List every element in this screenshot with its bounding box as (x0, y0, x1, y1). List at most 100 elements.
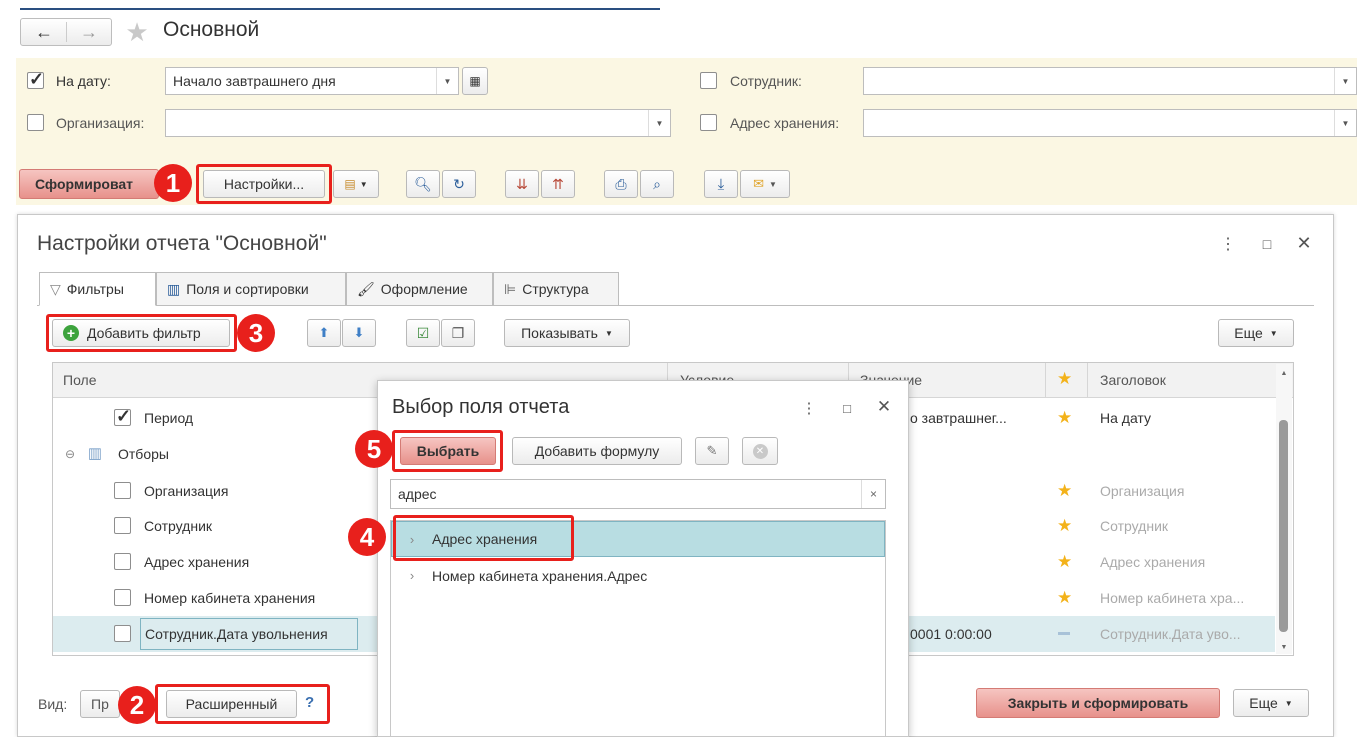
period-value[interactable]: о завтрашнег... (910, 410, 1007, 426)
on-date-label: На дату: (56, 73, 111, 89)
table-row-selections[interactable]: Отборы (118, 446, 169, 462)
variants-button[interactable]: ▤ ▼ (333, 170, 379, 198)
cabinet-number-row-checkbox[interactable] (114, 589, 131, 606)
check-all-button[interactable]: ☑ (406, 319, 440, 347)
more-vertical-icon[interactable]: ⋮ (1220, 234, 1236, 254)
edit-button[interactable]: ✎ (695, 437, 729, 465)
maximize-icon[interactable]: □ (838, 398, 856, 418)
delete-icon: ✕ (752, 443, 768, 459)
collapse-groups-button[interactable]: ⇈ (541, 170, 575, 198)
send-button[interactable]: ✉ ▼ (740, 170, 790, 198)
chevron-down-icon: ▼ (604, 328, 613, 338)
view-simple-button[interactable]: Пр (80, 690, 120, 718)
clear-icon[interactable]: × (861, 480, 885, 508)
show-dropdown-button[interactable]: Показывать ▼ (504, 319, 630, 347)
employee-field[interactable]: ▼ (863, 67, 1357, 95)
forward-arrow-icon[interactable]: → (67, 19, 111, 45)
view-label: Вид: (38, 696, 68, 712)
tab-fields-sorting[interactable]: ▥ Поля и сортировки (156, 272, 346, 305)
column-header-field[interactable]: Поле (63, 372, 97, 388)
window-title: Основной (163, 18, 260, 41)
close-and-generate-button[interactable]: Закрыть и сформировать (976, 688, 1220, 718)
search-replace-button[interactable]: ↻ (442, 170, 476, 198)
print-button[interactable]: ⎙ (604, 170, 638, 198)
chevron-down-icon: ▼ (768, 179, 777, 189)
more-button-top[interactable]: Еще ▼ (1218, 319, 1294, 347)
storage-address-field[interactable]: ▼ (863, 109, 1357, 137)
generate-button[interactable]: Сформироват (19, 169, 159, 199)
chevron-down-icon[interactable]: ▼ (1334, 110, 1356, 136)
favorite-star-icon[interactable]: ★ (122, 17, 152, 47)
dismissal-date-value[interactable]: 0001 0:00:00 (910, 626, 992, 642)
expand-groups-button[interactable]: ⇊ (505, 170, 539, 198)
calendar-button[interactable]: ▦ (462, 67, 488, 95)
back-arrow-icon[interactable]: ← (22, 19, 66, 45)
table-row-period[interactable]: Период (144, 410, 193, 426)
tab-filters[interactable]: ▽ Фильтры (39, 272, 156, 306)
table-row-employee[interactable]: Сотрудник (144, 518, 212, 534)
close-icon[interactable]: ✕ (874, 396, 894, 418)
tab-structure[interactable]: ⊫ Структура (493, 272, 619, 305)
move-up-button[interactable]: ⬆ (307, 319, 341, 347)
uncheck-all-button[interactable]: ❐ (441, 319, 475, 347)
storage-address-heading[interactable]: Адрес хранения (1100, 554, 1205, 570)
scroll-down-icon[interactable]: ▼ (1276, 640, 1292, 654)
storage-address-row-checkbox[interactable] (114, 553, 131, 570)
scrollbar-thumb[interactable] (1279, 420, 1288, 632)
chevron-down-icon[interactable]: ▼ (1334, 68, 1356, 94)
more-button-bottom[interactable]: Еще ▼ (1233, 689, 1309, 717)
add-formula-button[interactable]: Добавить формулу (512, 437, 682, 465)
dash-icon (1058, 632, 1070, 635)
search-icon: 🔍︎ (414, 175, 432, 192)
table-row-dismissal-date[interactable]: Сотрудник.Дата увольнения (145, 626, 328, 642)
on-date-field[interactable]: Начало завтрашнего дня ▼ (165, 67, 459, 95)
field-search-input[interactable]: адрес × (390, 479, 886, 509)
move-down-button[interactable]: ⬇ (342, 319, 376, 347)
organization-label: Организация: (56, 115, 145, 131)
more-vertical-icon[interactable]: ⋮ (802, 398, 817, 418)
settings-highlight-box (196, 164, 332, 204)
table-row-storage-address[interactable]: Адрес хранения (144, 554, 249, 570)
storage-address-checkbox[interactable] (700, 114, 717, 131)
email-icon: ✉ (753, 176, 764, 191)
filter-icon: ▽ (50, 280, 61, 297)
chevron-down-icon[interactable]: ▼ (436, 68, 458, 94)
sorting-icon: ▥ (167, 280, 181, 297)
search-button[interactable]: 🔍︎ (406, 170, 440, 198)
scroll-up-icon[interactable]: ▲ (1276, 366, 1292, 380)
brush-icon: 🖌︎ (357, 280, 375, 297)
list-item-cabinet-address[interactable]: Номер кабинета хранения.Адрес (432, 568, 647, 584)
period-checkbox[interactable] (114, 406, 131, 427)
employee-row-checkbox[interactable] (114, 517, 131, 534)
organization-heading[interactable]: Организация (1100, 483, 1184, 499)
table-row-organization[interactable]: Организация (144, 483, 228, 499)
organization-row-checkbox[interactable] (114, 482, 131, 499)
on-date-checkbox[interactable] (27, 69, 44, 90)
star-icon: ★ (1057, 516, 1073, 535)
delete-button[interactable]: ✕ (742, 437, 778, 465)
star-column-icon: ★ (1057, 369, 1073, 388)
chevron-down-icon: ▼ (1284, 698, 1293, 708)
employee-heading[interactable]: Сотрудник (1100, 518, 1168, 534)
dismissal-date-row-checkbox[interactable] (114, 625, 131, 642)
maximize-icon[interactable]: □ (1258, 234, 1276, 254)
chevron-down-icon[interactable]: ▼ (648, 110, 670, 136)
organization-checkbox[interactable] (27, 114, 44, 131)
chevron-right-icon[interactable]: › (405, 567, 419, 583)
check-all-icon: ☑ (416, 324, 430, 341)
preview-button[interactable]: ⌕ (640, 170, 674, 198)
employee-checkbox[interactable] (700, 72, 717, 89)
period-heading[interactable]: На дату (1100, 410, 1151, 426)
close-icon[interactable]: ✕ (1294, 232, 1314, 254)
star-icon: ★ (1057, 552, 1073, 571)
table-row-cabinet-number[interactable]: Номер кабинета хранения (144, 590, 315, 606)
tab-appearance[interactable]: 🖌︎ Оформление (346, 272, 493, 305)
collapse-icon[interactable]: ⊖ (63, 446, 77, 462)
dismissal-date-heading[interactable]: Сотрудник.Дата уво... (1100, 626, 1241, 642)
select-highlight-box (392, 430, 503, 472)
column-header-heading[interactable]: Заголовок (1100, 372, 1166, 388)
save-button[interactable]: ⤓ (704, 170, 738, 198)
storage-address-highlight-box (393, 515, 574, 561)
organization-field[interactable]: ▼ (165, 109, 671, 137)
cabinet-number-heading[interactable]: Номер кабинета хра... (1100, 590, 1244, 606)
